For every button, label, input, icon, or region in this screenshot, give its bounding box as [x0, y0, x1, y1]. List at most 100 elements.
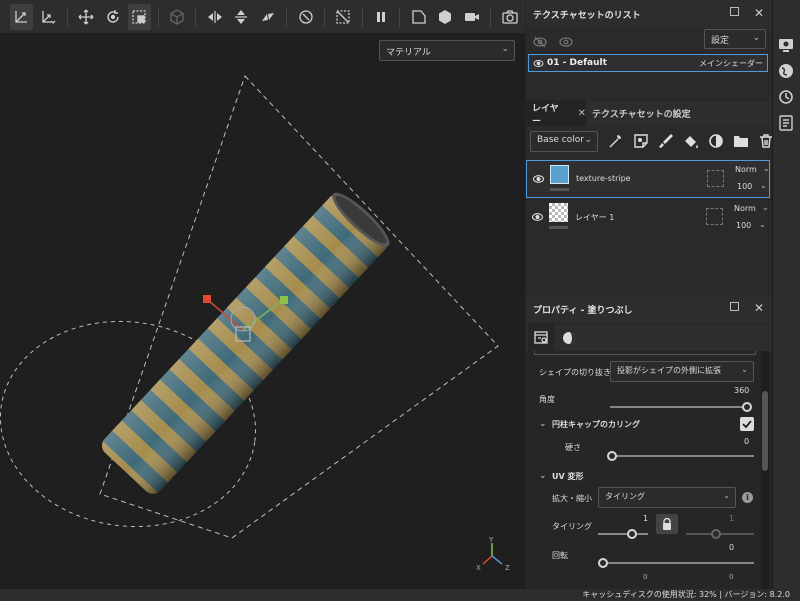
- folder-icon[interactable]: [733, 133, 749, 149]
- scale-mode-dropdown[interactable]: タイリング ⌄: [598, 487, 736, 508]
- hide-icon[interactable]: [332, 4, 355, 30]
- texture-set-item[interactable]: 01 - Default メインシェーダー: [528, 54, 768, 72]
- layer-mask-slot[interactable]: [707, 170, 724, 187]
- layer-row[interactable]: レイヤー 1 Norm ⌄ 100 ⌄: [526, 199, 770, 237]
- chevron-down-icon: ⌄: [752, 33, 760, 43]
- dock-icon[interactable]: [730, 7, 739, 16]
- 3d-viewport[interactable]: X Y Z マテリアル ⌄: [0, 34, 525, 589]
- lock-icon: [663, 518, 671, 530]
- display-settings-icon[interactable]: [778, 37, 794, 53]
- angle-slider-track[interactable]: [610, 406, 750, 408]
- cube-icon[interactable]: [434, 4, 457, 30]
- cylinder-cap-checkbox[interactable]: [740, 417, 754, 431]
- smart-material-icon[interactable]: [633, 133, 649, 149]
- eye-icon[interactable]: [559, 33, 573, 47]
- angle-value[interactable]: 360: [734, 386, 749, 395]
- transform-uv-icon[interactable]: [37, 4, 60, 30]
- magic-wand-icon[interactable]: [608, 133, 624, 149]
- tab-material[interactable]: [556, 324, 582, 351]
- mask-icon[interactable]: [708, 133, 724, 149]
- layer-thumbnail: [549, 203, 568, 222]
- cylinder-cap-label: 円柱キャップのカリング: [552, 420, 640, 429]
- chevron-down-icon: ⌄: [584, 135, 592, 145]
- history-icon[interactable]: [778, 89, 794, 105]
- layer-thumbnail: [550, 165, 569, 184]
- layer-opacity[interactable]: 100: [736, 221, 751, 230]
- material-mode-value: マテリアル: [386, 48, 431, 58]
- tiling-label: タイリング: [552, 522, 592, 531]
- rotate-icon[interactable]: [101, 4, 124, 30]
- chevron-down-icon[interactable]: ⌄: [539, 419, 547, 429]
- material-sphere-icon: [563, 331, 575, 344]
- blend-mode[interactable]: Norm: [734, 204, 756, 213]
- fill-layer-icon[interactable]: [683, 133, 699, 149]
- layer-name: texture-stripe: [576, 174, 631, 183]
- chevron-down-icon[interactable]: ⌄: [539, 471, 547, 481]
- layer-mask-slot[interactable]: [706, 208, 723, 225]
- close-icon[interactable]: ✕: [754, 301, 764, 315]
- pause-icon[interactable]: [370, 4, 393, 30]
- checkmark-icon: [742, 420, 752, 429]
- object-icon[interactable]: [166, 4, 189, 30]
- blend-mode[interactable]: Norm: [735, 165, 757, 174]
- toolbar-divider: [324, 6, 325, 27]
- camera-icon[interactable]: [461, 4, 484, 30]
- material-mode-select[interactable]: マテリアル ⌄: [379, 40, 515, 61]
- log-icon[interactable]: [778, 115, 794, 131]
- reset-icon[interactable]: [294, 4, 317, 30]
- hardness-value[interactable]: 0: [744, 437, 749, 446]
- close-icon[interactable]: ✕: [578, 108, 586, 119]
- status-text: キャッシュディスクの使用状況: 32% | バージョン: 8.2.0: [582, 590, 790, 599]
- tab-fill-properties[interactable]: [528, 324, 554, 351]
- shape-crop-dropdown[interactable]: 投影がシェイプの外側に拡張 ⌄: [610, 361, 754, 382]
- tab-layers[interactable]: レイヤー ✕: [526, 101, 586, 127]
- scale-icon[interactable]: [127, 3, 151, 30]
- viewport-toolbar: [0, 0, 525, 34]
- move-icon[interactable]: [74, 4, 97, 30]
- scrollbar-thumb[interactable]: [762, 391, 768, 471]
- chevron-down-icon: ⌄: [763, 164, 770, 173]
- eye-icon[interactable]: [532, 174, 545, 184]
- tiling-bottom-value[interactable]: 0: [729, 543, 734, 552]
- chevron-down-icon: ⌄: [723, 491, 730, 500]
- scale-label: 拡大・縮小: [552, 494, 592, 503]
- status-bar: キャッシュディスクの使用状況: 32% | バージョン: 8.2.0: [0, 589, 800, 601]
- dock-icon[interactable]: [730, 302, 739, 311]
- tiling-value-2[interactable]: 1: [729, 514, 734, 523]
- layer-opacity[interactable]: 100: [737, 182, 752, 191]
- hardness-slider-track[interactable]: [612, 455, 754, 457]
- tiling-slider-track[interactable]: [598, 533, 648, 535]
- screenshot-icon[interactable]: [498, 4, 521, 30]
- environment-icon[interactable]: [778, 63, 794, 79]
- flip-horizontal-icon[interactable]: [203, 4, 226, 30]
- rotation-slider-track[interactable]: [602, 562, 754, 564]
- layer-row[interactable]: texture-stripe Norm ⌄ 100 ⌄: [526, 160, 770, 198]
- tiling-value-1[interactable]: 1: [643, 514, 648, 523]
- visibility-off-icon[interactable]: [533, 33, 547, 48]
- channel-dropdown[interactable]: Base color ⌄: [530, 131, 598, 152]
- info-icon[interactable]: i: [742, 492, 753, 503]
- rotation-value-b[interactable]: 0: [729, 573, 733, 581]
- tiling-slider-thumb[interactable]: [627, 529, 637, 539]
- hardness-slider-thumb[interactable]: [607, 451, 617, 461]
- rotation-value-a[interactable]: 0: [643, 573, 647, 581]
- angle-slider-thumb[interactable]: [742, 402, 752, 412]
- rotation-slider-thumb[interactable]: [598, 558, 608, 568]
- diagonal-flip-icon[interactable]: [257, 4, 280, 30]
- tiling-lock-button[interactable]: [656, 514, 678, 534]
- eye-icon[interactable]: [533, 59, 544, 68]
- chevron-down-icon: ⌄: [501, 44, 509, 54]
- properties-scrollbar[interactable]: [761, 351, 769, 589]
- uv-transform-label: UV 変形: [552, 472, 584, 481]
- tiling-slider-thumb-2[interactable]: [711, 529, 721, 539]
- toolbar-divider: [490, 6, 492, 27]
- fill-settings-icon: [533, 330, 548, 344]
- eye-icon[interactable]: [531, 212, 544, 222]
- settings-dropdown[interactable]: 設定 ⌄: [704, 29, 766, 49]
- projection-icon[interactable]: [407, 4, 430, 30]
- close-icon[interactable]: ✕: [754, 6, 764, 20]
- transform-2d-icon[interactable]: [10, 3, 33, 30]
- flip-vertical-icon[interactable]: [230, 4, 253, 30]
- paint-layer-icon[interactable]: [658, 133, 674, 149]
- tab-texture-set-settings[interactable]: テクスチャセットの設定: [592, 101, 691, 126]
